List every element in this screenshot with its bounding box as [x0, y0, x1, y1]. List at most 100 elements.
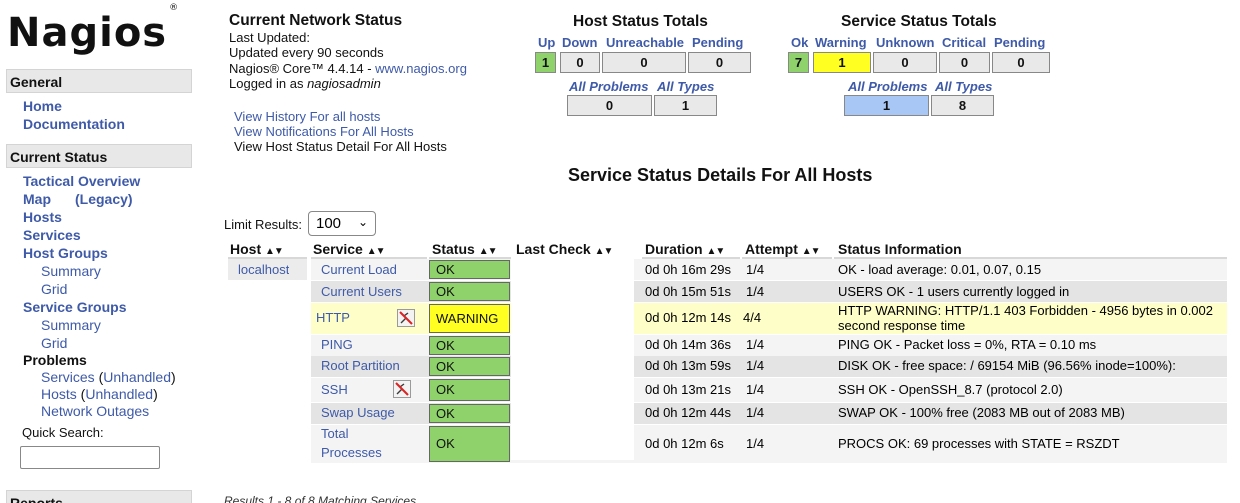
status-info: PING OK - Packet loss = 0%, RTA = 0.10 m… — [838, 337, 1097, 352]
nav-tactical-overview[interactable]: Tactical Overview — [23, 173, 140, 189]
nav-problems-services-unhandled[interactable]: Unhandled — [103, 369, 171, 385]
host-pending-label[interactable]: Pending — [692, 35, 743, 50]
svc-warning-label[interactable]: Warning — [815, 35, 867, 50]
host-up-count[interactable]: 1 — [535, 52, 556, 73]
view-notifications-link[interactable]: View Notifications For All Hosts — [234, 124, 447, 139]
attempt: 1/4 — [746, 436, 765, 451]
svc-ok-count[interactable]: 7 — [788, 52, 809, 73]
attempt: 1/4 — [746, 382, 765, 397]
svc-all-problems-count[interactable]: 1 — [844, 95, 929, 116]
status-info: OK - load average: 0.01, 0.07, 0.15 — [838, 262, 1042, 277]
svc-all-types-count[interactable]: 8 — [931, 95, 994, 116]
service-link[interactable]: PING — [321, 337, 353, 352]
nav-problems-services-link[interactable]: Services — [41, 369, 95, 385]
status-info: DISK OK - free space: / 69154 MiB (96.56… — [838, 358, 1176, 373]
col-last-check[interactable]: Last Check ▲▼ — [516, 241, 614, 257]
attempt: 1/4 — [746, 358, 765, 373]
quick-search-input[interactable] — [20, 446, 160, 469]
svc-pending-label[interactable]: Pending — [994, 35, 1045, 50]
svc-pending-count[interactable]: 0 — [992, 52, 1050, 73]
host-up-label[interactable]: Up — [538, 35, 555, 50]
host-all-types-count[interactable]: 1 — [654, 95, 717, 116]
nav-map[interactable]: Map — [23, 191, 51, 207]
svc-ok-label[interactable]: Ok — [791, 35, 808, 50]
nav-service-groups-grid[interactable]: Grid — [41, 335, 67, 351]
service-link[interactable]: HTTP — [316, 310, 350, 325]
col-status[interactable]: Status ▲▼ — [432, 241, 498, 257]
nav-documentation[interactable]: Documentation — [23, 116, 125, 132]
service-link[interactable]: Swap Usage — [321, 405, 395, 420]
host-unreachable-count[interactable]: 0 — [602, 52, 686, 73]
service-link[interactable]: Root Partition — [321, 358, 400, 373]
host-all-types-label[interactable]: All Types — [657, 79, 714, 94]
nagios-logo[interactable]: Nagios® — [7, 3, 178, 56]
duration: 0d 0h 16m 29s — [645, 262, 732, 277]
limit-results-select[interactable]: 100 ⌄ — [308, 211, 376, 236]
svc-warning-count[interactable]: 1 — [813, 52, 871, 73]
nav-heading-current-status: Current Status — [6, 144, 192, 168]
nav-home[interactable]: Home — [23, 98, 62, 114]
nav-problems-hosts-link[interactable]: Hosts — [41, 386, 77, 402]
sort-arrows-icon[interactable]: ▲▼ — [367, 246, 386, 257]
nav-host-groups-summary[interactable]: Summary — [41, 263, 101, 279]
notifications-disabled-icon[interactable] — [397, 309, 415, 327]
status-badge: OK — [429, 282, 510, 301]
col-attempt[interactable]: Attempt ▲▼ — [745, 241, 821, 257]
nav-hosts[interactable]: Hosts — [23, 209, 62, 225]
duration: 0d 0h 12m 44s — [645, 405, 732, 420]
sort-arrows-icon[interactable]: ▲▼ — [265, 246, 284, 257]
host-down-label[interactable]: Down — [562, 35, 597, 50]
status-badge: OK — [429, 357, 510, 376]
host-unreachable-label[interactable]: Unreachable — [606, 35, 684, 50]
attempt: 1/4 — [746, 405, 765, 420]
sort-arrows-icon[interactable]: ▲▼ — [802, 246, 821, 257]
host-link-localhost[interactable]: localhost — [238, 262, 289, 277]
col-service[interactable]: Service ▲▼ — [313, 241, 386, 257]
host-all-problems-label[interactable]: All Problems — [569, 79, 648, 94]
nav-service-groups[interactable]: Service Groups — [23, 299, 127, 315]
view-links: View History For all hosts View Notifica… — [234, 109, 447, 154]
nav-network-outages[interactable]: Network Outages — [41, 403, 149, 419]
nav-problems-hosts: Hosts (Unhandled) — [41, 386, 158, 402]
nav-problems-hosts-unhandled[interactable]: Unhandled — [85, 386, 153, 402]
logged-in-user: nagiosadmin — [307, 76, 381, 91]
service-link[interactable]: Current Load — [321, 262, 397, 277]
col-duration[interactable]: Duration ▲▼ — [645, 241, 725, 257]
nav-services[interactable]: Services — [23, 227, 81, 243]
host-pending-count[interactable]: 0 — [688, 52, 751, 73]
sort-arrows-icon[interactable]: ▲▼ — [479, 246, 498, 257]
view-host-detail-link[interactable]: View Host Status Detail For All Hosts — [234, 139, 447, 154]
service-link[interactable]: Current Users — [321, 284, 402, 299]
nagios-org-link[interactable]: www.nagios.org — [375, 61, 467, 76]
svc-all-types-label[interactable]: All Types — [935, 79, 992, 94]
svc-unknown-count[interactable]: 0 — [873, 52, 937, 73]
status-info: HTTP WARNING: HTTP/1.1 403 Forbidden - 4… — [838, 303, 1213, 318]
svc-critical-label[interactable]: Critical — [942, 35, 986, 50]
logged-in-line: Logged in as nagiosadmin — [229, 76, 381, 91]
view-history-link[interactable]: View History For all hosts — [234, 109, 447, 124]
host-all-problems-count[interactable]: 0 — [567, 95, 652, 116]
update-interval: Updated every 90 seconds — [229, 45, 384, 60]
sort-arrows-icon[interactable]: ▲▼ — [706, 246, 725, 257]
host-down-count[interactable]: 0 — [560, 52, 600, 73]
status-badge: OK — [429, 379, 510, 401]
nav-host-groups-grid[interactable]: Grid — [41, 281, 67, 297]
service-link[interactable]: SSH — [321, 382, 348, 397]
duration: 0d 0h 13m 21s — [645, 382, 732, 397]
notifications-disabled-icon[interactable] — [393, 380, 411, 398]
sort-arrows-icon[interactable]: ▲▼ — [595, 246, 614, 257]
service-totals-title: Service Status Totals — [841, 13, 997, 30]
svc-critical-count[interactable]: 0 — [939, 52, 990, 73]
host-totals-title: Host Status Totals — [573, 13, 708, 30]
nav-service-groups-summary[interactable]: Summary — [41, 317, 101, 333]
nav-host-groups[interactable]: Host Groups — [23, 245, 108, 261]
col-host[interactable]: Host ▲▼ — [230, 241, 284, 257]
nav-heading-general: General — [6, 69, 192, 93]
status-info: USERS OK - 1 users currently logged in — [838, 284, 1070, 299]
status-badge: OK — [429, 260, 510, 279]
nav-map-legacy[interactable]: (Legacy) — [75, 191, 133, 207]
svc-all-problems-label[interactable]: All Problems — [848, 79, 927, 94]
service-link-cont[interactable]: Processes — [321, 445, 382, 460]
service-link[interactable]: Total — [321, 426, 348, 441]
svc-unknown-label[interactable]: Unknown — [876, 35, 935, 50]
